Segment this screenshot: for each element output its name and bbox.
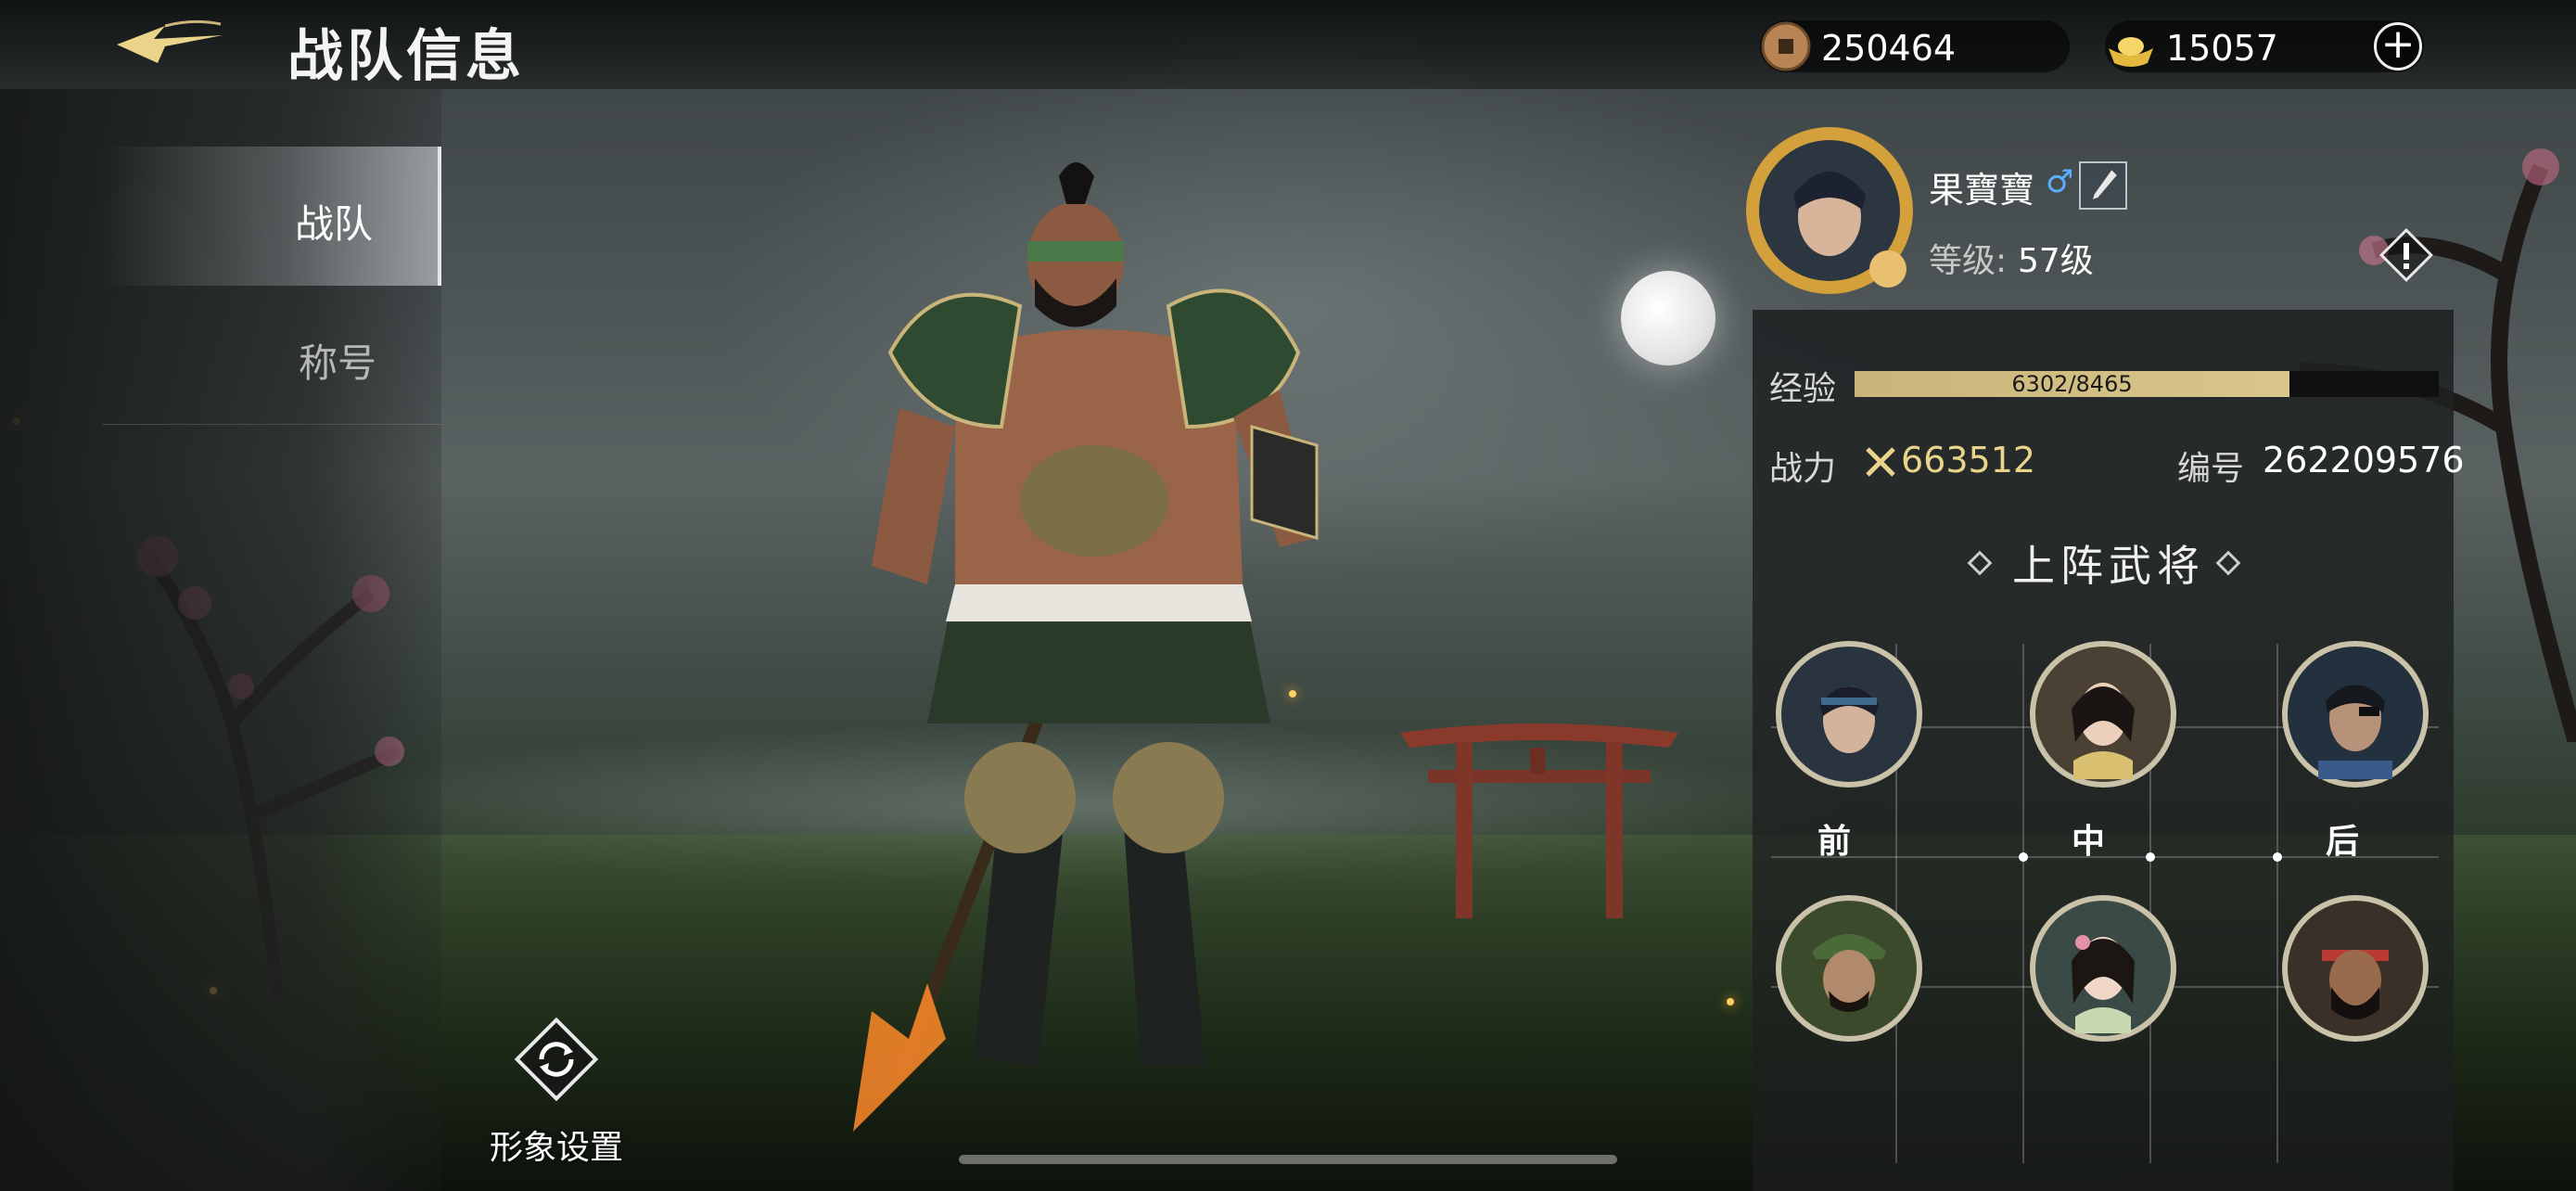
tab-title-label: 称号 [298,340,376,386]
edit-brush-icon [2092,170,2117,199]
hero-character-model [853,162,1319,1132]
level-label: 等级: [1929,242,2008,280]
general-slot-front-bottom[interactable] [1775,894,1923,1043]
plus-icon: + [2380,20,2416,68]
alert-icon [2379,228,2433,282]
add-currency-button[interactable]: + [2374,22,2422,70]
row-label-middle: 中 [2071,822,2105,861]
row-label-back: 后 [2325,822,2359,861]
torii-gate-decoration [1391,714,1688,918]
team-info-panel: 经验 6302/8465 战力 663512 编号 262209576 上阵武将… [1753,310,2465,1191]
tab-team-label: 战队 [294,201,373,247]
refresh-icon [514,1017,599,1102]
appearance-settings-label: 形象设置 [489,1129,623,1167]
copper-coin-value: 250464 [1821,28,1957,69]
power-label: 战力 [1769,450,1837,488]
male-gender-icon: ♂ [2046,163,2074,200]
gold-ingot-icon [2109,37,2153,67]
player-avatar[interactable] [1740,121,1919,301]
copper-coin-icon [1761,21,1811,71]
exp-label: 经验 [1769,370,1837,408]
general-slot-back-bottom[interactable] [2281,894,2429,1043]
general-slot-front-top[interactable] [1775,640,1923,788]
gold-ingot-value: 15057 [2166,28,2278,69]
moon-decoration [1621,271,1715,365]
team-id-value: 262209576 [2263,440,2465,480]
power-value: 663512 [1901,440,2036,480]
player-name: 果寶寶 [1929,170,2035,211]
general-slot-back-top[interactable] [2281,640,2429,788]
diamond-ornament-icon [1967,550,1993,576]
exp-progress-bar: 6302/8465 [1855,371,2439,397]
exp-progress-text: 6302/8465 [2011,371,2133,397]
back-arrow-icon [117,19,223,63]
page-title: 战队信息 [287,24,525,89]
row-label-front: 前 [1817,822,1851,861]
general-slot-middle-bottom[interactable] [2029,894,2177,1043]
tab-team[interactable]: 战队 [102,147,441,286]
copper-coin-counter: 250464 [1760,20,2070,72]
edit-name-button[interactable] [2079,161,2127,210]
general-slot-middle-top[interactable] [2029,640,2177,788]
home-indicator [959,1155,1617,1164]
lineup-title: 上阵武将 [2012,541,2205,591]
info-alert-button[interactable] [2379,228,2433,282]
level-value: 57级 [2018,242,2094,280]
tab-panel: 战队 称号 [0,89,441,1191]
team-id-label: 编号 [2177,450,2245,488]
crossed-swords-icon [1866,447,1895,477]
firefly-decoration [1727,998,1734,1005]
player-profile: 果寶寶 ♂ 等级: 57级 [1740,121,2407,306]
appearance-settings-button[interactable]: 形象设置 [482,1011,631,1178]
back-button[interactable] [109,17,230,72]
diamond-ornament-icon [2215,550,2241,576]
tab-title[interactable]: 称号 [102,286,441,425]
